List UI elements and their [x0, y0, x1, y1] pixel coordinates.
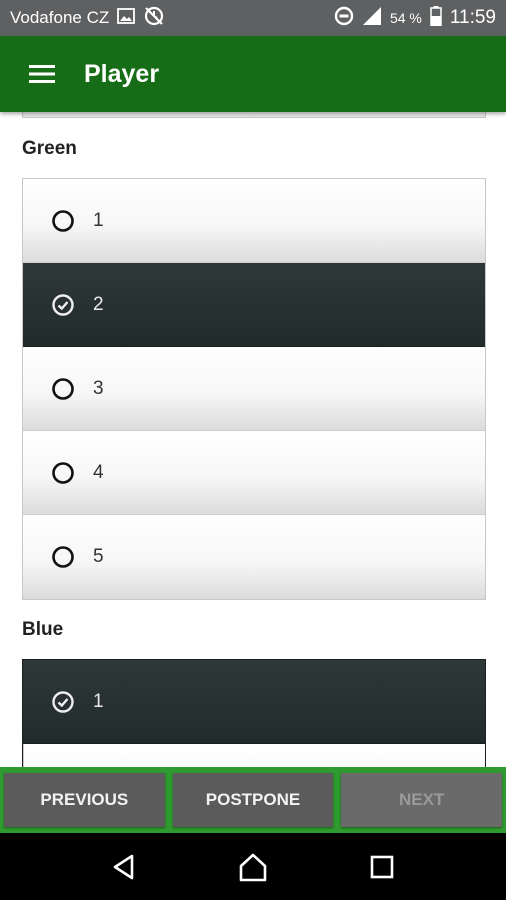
section-label-green: Green — [22, 138, 77, 159]
option-label: 1 — [93, 209, 104, 231]
radio-checked-icon — [51, 293, 75, 317]
previous-button[interactable]: PREVIOUS — [4, 773, 165, 827]
option-blue-2[interactable] — [23, 744, 485, 767]
recents-icon[interactable] — [357, 842, 407, 892]
action-button-bar: PREVIOUS POSTPONE NEXT — [0, 767, 506, 833]
option-label: 2 — [93, 293, 104, 315]
option-green-4[interactable]: 4 — [23, 431, 485, 515]
radio-unchecked-icon — [51, 209, 75, 233]
status-bar: Vodafone CZ 54 % 11:59 — [0, 0, 506, 36]
option-green-1[interactable]: 1 — [23, 179, 485, 263]
do-not-disturb-icon — [334, 6, 354, 31]
sync-disabled-icon — [143, 5, 165, 32]
radio-unchecked-icon — [51, 377, 75, 401]
section-label-blue: Blue — [22, 619, 64, 640]
option-label: 4 — [93, 461, 104, 483]
option-label: 5 — [93, 546, 104, 567]
next-button[interactable]: NEXT — [341, 773, 503, 827]
option-green-2[interactable]: 2 — [23, 263, 485, 347]
radio-checked-icon — [51, 690, 75, 714]
page-title: Player — [84, 59, 160, 88]
previous-option-group-edge — [22, 112, 486, 118]
clock: 11:59 — [449, 7, 496, 28]
option-label: 1 — [93, 690, 104, 712]
option-group-green: 1 2 3 4 5 — [22, 178, 486, 600]
question-list[interactable]: Green 1 2 3 4 5 Blue 1 — [0, 112, 506, 767]
option-blue-1[interactable]: 1 — [23, 660, 485, 744]
radio-unchecked-icon — [51, 545, 75, 569]
option-green-3[interactable]: 3 — [23, 347, 485, 431]
app-bar: Player — [0, 36, 506, 112]
system-nav-bar — [0, 833, 506, 900]
image-icon — [117, 7, 136, 29]
option-group-blue: 1 — [22, 659, 486, 767]
radio-unchecked-icon — [51, 461, 75, 485]
option-label: 3 — [93, 377, 104, 399]
hamburger-menu-icon[interactable] — [22, 54, 62, 94]
home-icon[interactable] — [228, 842, 278, 892]
option-green-5[interactable]: 5 — [23, 515, 485, 599]
battery-percent: 54 % — [389, 10, 422, 26]
postpone-button[interactable]: POSTPONE — [172, 773, 334, 827]
battery-icon — [430, 5, 442, 31]
signal-icon — [362, 6, 382, 31]
carrier-label: Vodafone CZ — [10, 8, 110, 27]
back-icon[interactable] — [99, 842, 149, 892]
